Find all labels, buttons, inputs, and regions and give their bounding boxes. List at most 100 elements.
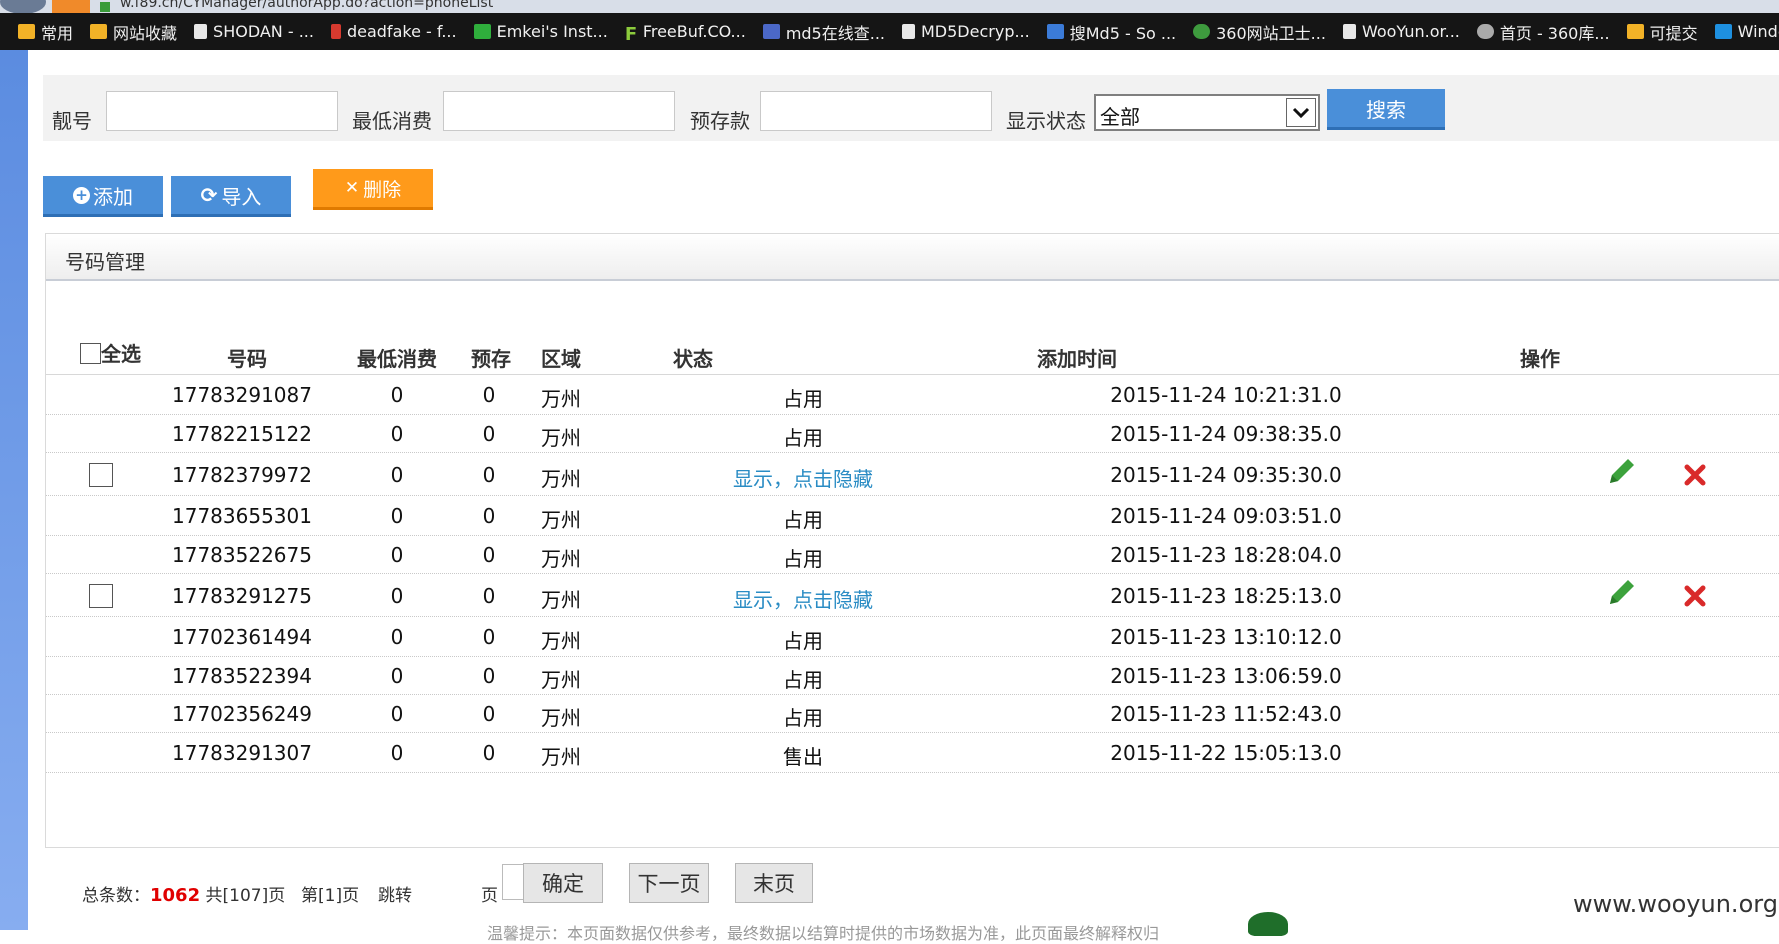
bookmark-item[interactable]: 可提交	[1626, 20, 1698, 44]
import-button[interactable]: ⟳ 导入	[171, 176, 291, 217]
bookmark-item[interactable]: WooYun.or...	[1342, 22, 1460, 41]
cell-region: 万州	[541, 467, 581, 491]
cell-region: 万州	[541, 508, 581, 532]
bookmark-label: 首页 - 360库...	[1499, 23, 1610, 43]
total-value: 1062	[150, 885, 201, 906]
win-icon	[1714, 24, 1732, 39]
refresh-icon: ⟳	[200, 183, 218, 207]
header-added-time: 添加时间	[1037, 347, 1117, 371]
chevron-down-icon[interactable]	[1286, 98, 1316, 127]
search-button[interactable]: 搜索	[1327, 89, 1445, 130]
cell-number: 17783291087	[172, 383, 312, 407]
bookmark-label: 可提交	[1649, 23, 1698, 43]
address-url[interactable]: w.f89.cn/CYManager/authorApp.do?action=p…	[120, 0, 493, 11]
header-deposit: 预存	[471, 347, 511, 371]
table-row: 17702361494 0 0 万州 占用 2015-11-23 13:10:12.0	[46, 617, 1779, 657]
cell-deposit: 0	[482, 702, 496, 726]
delete-button[interactable]: ✕ 删除	[313, 169, 433, 210]
cell-deposit: 0	[482, 625, 496, 649]
next-page-button[interactable]: 下一页	[629, 863, 709, 903]
bookmark-item[interactable]: Emkei's Inst...	[473, 22, 608, 41]
last-page-button[interactable]: 末页	[735, 863, 813, 903]
cell-status[interactable]: 显示，点击隐藏	[733, 463, 873, 492]
delete-x-icon[interactable]	[1683, 584, 1707, 608]
cell-deposit: 0	[482, 383, 496, 407]
cell-number: 17783291275	[172, 584, 312, 608]
panel-header: 号码管理	[46, 234, 1779, 281]
row-checkbox[interactable]	[89, 463, 113, 487]
cell-added-time: 2015-11-24 09:35:30.0	[1110, 463, 1342, 487]
header-status: 状态	[673, 347, 713, 371]
bookmark-item[interactable]: deadfake - f...	[330, 22, 457, 41]
bookmark-item[interactable]: F FreeBuf.CO...	[625, 22, 746, 45]
bookmark-label: 搜Md5 - So ...	[1069, 23, 1177, 43]
cell-min-consume: 0	[390, 625, 404, 649]
min-consume-input[interactable]	[443, 91, 675, 131]
bookmark-label: 常用	[41, 23, 74, 43]
bookmark-item[interactable]: MD5Decryp...	[902, 22, 1030, 41]
number-label: 靓号	[52, 109, 92, 133]
cell-added-time: 2015-11-24 09:03:51.0	[1110, 504, 1342, 528]
header-ops: 操作	[1520, 347, 1560, 371]
add-button[interactable]: + 添加	[43, 176, 163, 217]
cell-status: 占用	[783, 426, 823, 450]
table-row: 17783522675 0 0 万州 占用 2015-11-23 18:28:04.0	[46, 536, 1779, 574]
status-select-value: 全部	[1100, 105, 1140, 129]
cell-added-time: 2015-11-22 15:05:13.0	[1110, 741, 1342, 765]
cell-deposit: 0	[482, 422, 496, 446]
cell-added-time: 2015-11-24 09:38:35.0	[1110, 422, 1342, 446]
deposit-label: 预存款	[690, 109, 750, 133]
cell-min-consume: 0	[390, 383, 404, 407]
delete-button-label: 删除	[363, 178, 402, 201]
cell-added-time: 2015-11-23 13:06:59.0	[1110, 664, 1342, 688]
delete-x-icon[interactable]	[1683, 463, 1707, 487]
pagination: 总条数：1062 共[107]页 第[1]页 跳转 页 确定 下一页 末页	[82, 860, 982, 906]
cell-region: 万州	[541, 547, 581, 571]
confirm-button[interactable]: 确定	[523, 863, 603, 903]
cell-added-time: 2015-11-23 18:28:04.0	[1110, 543, 1342, 567]
pages-text: 共[107]页	[205, 886, 286, 906]
total-count: 总条数：1062 共[107]页	[82, 881, 285, 906]
cell-status: 占用	[783, 508, 823, 532]
select-all[interactable]: 全选	[80, 338, 141, 367]
bookmark-item[interactable]: 网站收藏	[90, 20, 177, 44]
cell-number: 17782215122	[172, 422, 312, 446]
select-all-checkbox[interactable]	[80, 343, 101, 364]
number-input[interactable]	[106, 91, 338, 131]
back-button[interactable]	[52, 0, 90, 13]
bookmark-item[interactable]: md5在线查...	[762, 20, 885, 44]
status-select[interactable]: 全部	[1094, 94, 1320, 131]
pencil-icon[interactable]	[1604, 576, 1638, 610]
pencil-icon[interactable]	[1604, 455, 1638, 489]
bookmark-item[interactable]: SHODAN - ...	[194, 22, 314, 41]
current-page: 第[1]页	[301, 886, 360, 906]
cell-number: 17783291307	[172, 741, 312, 765]
folder-icon	[1626, 24, 1644, 39]
jump-label: 跳转	[378, 886, 412, 906]
bookmark-label: Emkei's Inst...	[496, 22, 608, 41]
cell-deposit: 0	[482, 664, 496, 688]
cell-min-consume: 0	[390, 543, 404, 567]
bookmark-item[interactable]: 首页 - 360库...	[1476, 20, 1610, 44]
panel-title: 号码管理	[65, 250, 145, 274]
browser-logo-icon	[0, 0, 46, 13]
header-region: 区域	[541, 347, 581, 371]
cell-deposit: 0	[482, 741, 496, 765]
plus-circle-icon: +	[73, 186, 90, 204]
green-icon	[473, 24, 491, 39]
bookmark-item[interactable]: 搜Md5 - So ...	[1046, 20, 1177, 44]
bookmark-item[interactable]: 常用	[18, 20, 73, 44]
watermark: www.wooyun.org	[1573, 890, 1778, 918]
row-checkbox[interactable]	[89, 584, 113, 608]
page-icon	[902, 24, 915, 39]
cell-status[interactable]: 显示，点击隐藏	[733, 584, 873, 613]
bookmark-label: SHODAN - ...	[213, 22, 314, 41]
header-min-consume: 最低消费	[357, 347, 437, 371]
page-icon	[1342, 24, 1356, 39]
deposit-input[interactable]	[760, 91, 992, 131]
bookmark-label: deadfake - f...	[346, 22, 457, 41]
bookmark-item[interactable]: 360网站卫士...	[1193, 20, 1326, 44]
shield-icon	[1193, 24, 1211, 39]
bookmark-item[interactable]: Windows A...	[1714, 22, 1779, 41]
bookmark-label: WooYun.or...	[1361, 22, 1460, 41]
